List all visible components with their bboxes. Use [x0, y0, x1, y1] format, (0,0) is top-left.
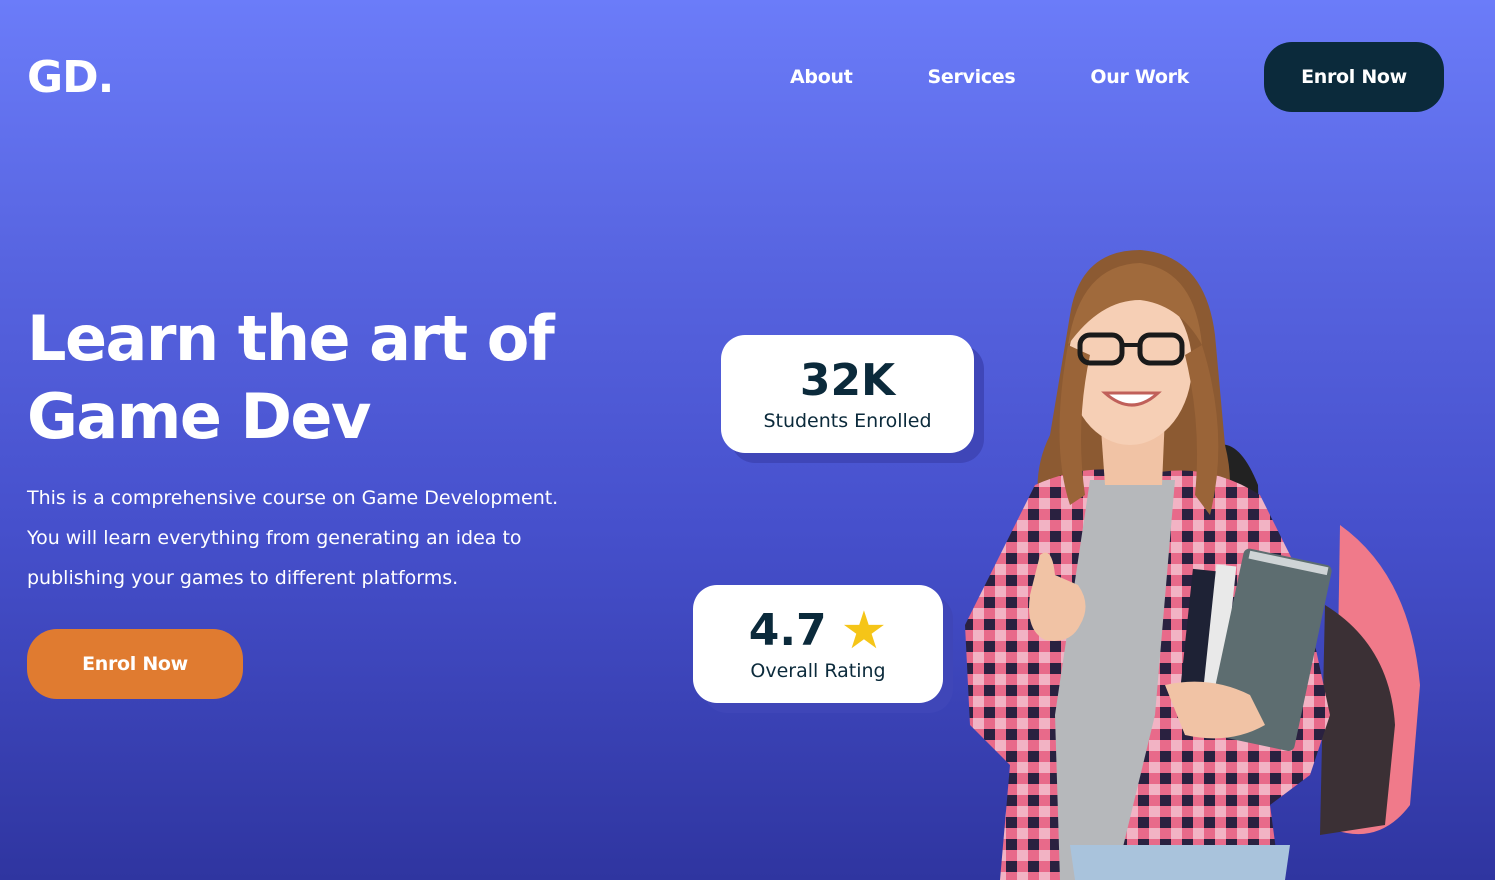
rating-value: 4.7	[748, 605, 827, 656]
hero-title-line-2: Game Dev	[27, 380, 371, 453]
rating-row: 4.7 ★	[748, 602, 888, 660]
hero-title: Learn the art of Game Dev	[27, 300, 647, 456]
hero-desc-line-3: publishing your games to different platf…	[27, 567, 459, 589]
star-icon: ★	[840, 602, 888, 660]
rating-label: Overall Rating	[750, 660, 886, 682]
main-nav: About Services Our Work Enrol Now	[790, 42, 1444, 112]
students-label: Students Enrolled	[763, 410, 932, 432]
nav-services[interactable]: Services	[927, 66, 1015, 88]
hero-description: This is a comprehensive course on Game D…	[27, 478, 627, 598]
header-enrol-button[interactable]: Enrol Now	[1264, 42, 1444, 112]
student-photo	[965, 250, 1420, 880]
rating-stat-card: 4.7 ★ Overall Rating	[693, 585, 943, 703]
hero-enrol-button[interactable]: Enrol Now	[27, 629, 243, 699]
nav-our-work[interactable]: Our Work	[1090, 66, 1189, 88]
hero-title-line-1: Learn the art of	[27, 302, 555, 375]
students-stat-card: 32K Students Enrolled	[721, 335, 974, 453]
hero-desc-line-2: You will learn everything from generatin…	[27, 527, 522, 549]
students-count: 32K	[799, 355, 896, 406]
hero-desc-line-1: This is a comprehensive course on Game D…	[27, 487, 559, 509]
nav-about[interactable]: About	[790, 66, 853, 88]
logo[interactable]: GD.	[27, 52, 114, 103]
